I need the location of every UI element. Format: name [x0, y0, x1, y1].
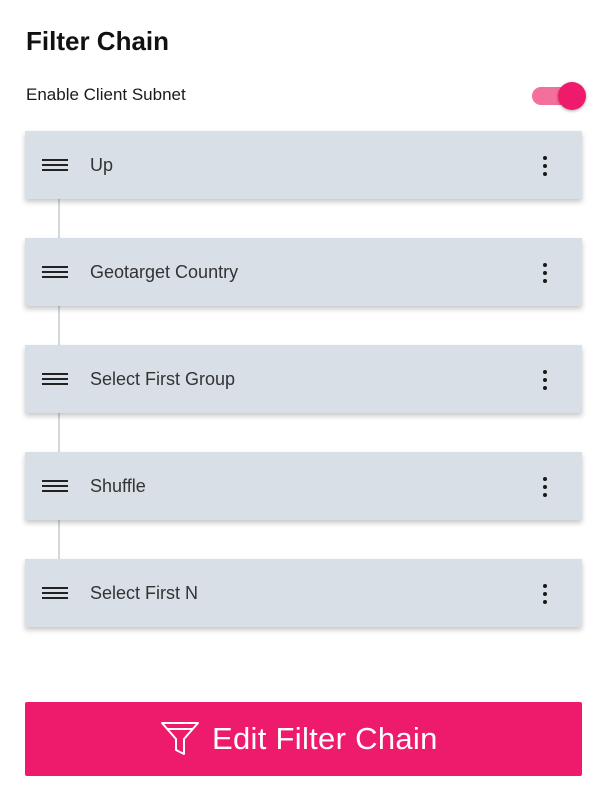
drag-handle-icon[interactable]: [42, 159, 68, 171]
filter-label: Up: [90, 155, 114, 175]
filter-card-up[interactable]: Up: [25, 131, 582, 199]
chain-connector: [58, 520, 60, 559]
chain-connector: [58, 306, 60, 345]
more-vertical-icon[interactable]: [530, 151, 560, 181]
more-vertical-icon[interactable]: [530, 472, 560, 502]
chain-connector: [58, 413, 60, 452]
drag-handle-icon[interactable]: [42, 266, 68, 278]
filter-card-geotarget-country[interactable]: Geotarget Country: [25, 238, 582, 306]
drag-handle-icon[interactable]: [42, 373, 68, 385]
more-vertical-icon[interactable]: [530, 258, 560, 288]
drag-handle-icon[interactable]: [42, 480, 68, 492]
filter-label: Select First Group: [90, 369, 236, 389]
edit-filter-chain-label: Edit Filter Chain: [212, 721, 438, 756]
filter-label: Select First N: [90, 583, 199, 603]
drag-handle-icon[interactable]: [42, 587, 68, 599]
filter-card-shuffle[interactable]: Shuffle: [25, 452, 582, 520]
chain-connector: [58, 199, 60, 238]
filter-label: Shuffle: [90, 476, 146, 496]
filter-chain-list: Up Geotarget Country Select First Group …: [0, 0, 606, 700]
edit-filter-chain-button[interactable]: Edit Filter Chain: [25, 702, 582, 776]
filter-card-select-first-group[interactable]: Select First Group: [25, 345, 582, 413]
filter-label: Geotarget Country: [90, 262, 239, 282]
more-vertical-icon[interactable]: [530, 365, 560, 395]
filter-card-select-first-n[interactable]: Select First N: [25, 559, 582, 627]
more-vertical-icon[interactable]: [530, 579, 560, 609]
funnel-icon: [161, 722, 199, 755]
